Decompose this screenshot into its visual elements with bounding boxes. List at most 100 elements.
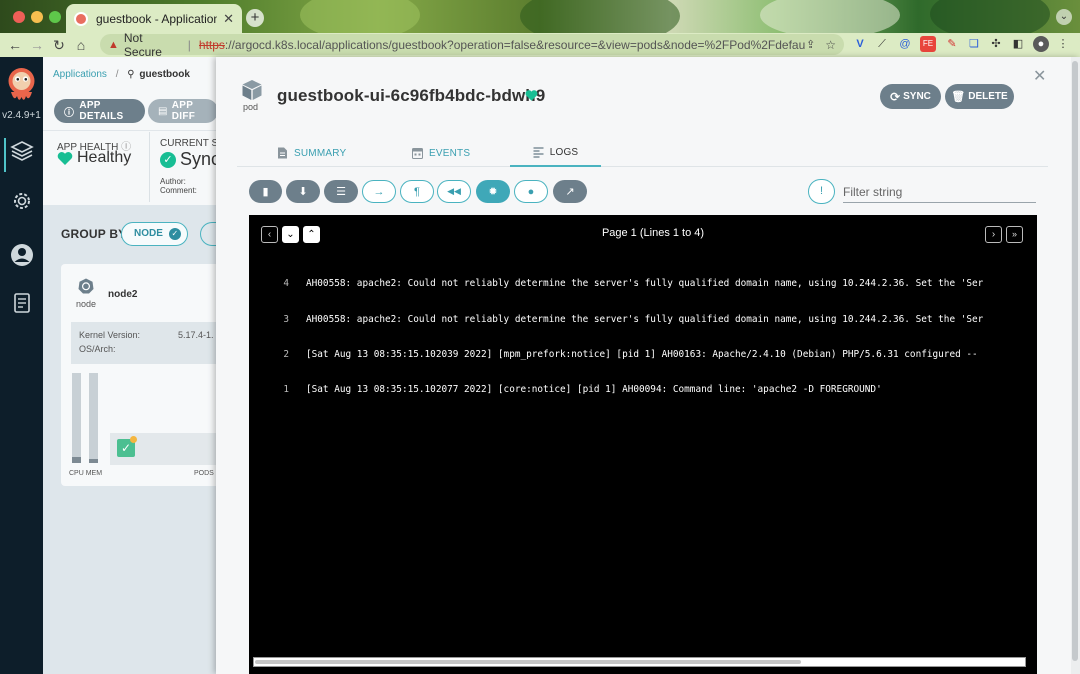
forward-button[interactable]: → (26, 34, 48, 56)
extension-chart-icon[interactable]: ⟋ (874, 36, 890, 52)
group-by-label: GROUP BY: (61, 227, 130, 241)
last-page-button[interactable]: » (1006, 226, 1023, 243)
open-in-new-window-button[interactable]: ↗ (553, 180, 587, 203)
first-page-button[interactable]: ‹ (261, 226, 278, 243)
extension-fe-icon[interactable]: FE (920, 36, 936, 52)
breadcrumb-applications-link[interactable]: Applications (53, 69, 107, 80)
extensions-puzzle-icon[interactable]: ✣ (988, 36, 1004, 52)
panel-scrollbar[interactable] (1071, 57, 1080, 674)
resource-title: guestbook-ui-6c96fb4bdc-bdwh9 (277, 86, 546, 105)
share-icon[interactable]: ⇪ (806, 38, 815, 51)
follow-button[interactable]: → (362, 180, 396, 203)
scroll-top-button[interactable]: ⌃ (303, 226, 320, 243)
calendar-icon (412, 148, 423, 159)
node-name: node2 (108, 289, 138, 300)
arrow-right-icon: → (373, 185, 385, 198)
dark-mode-button[interactable]: ✹ (476, 180, 510, 203)
new-tab-button[interactable]: + (246, 9, 264, 27)
user-icon[interactable] (10, 243, 34, 267)
delete-button[interactable]: 🗑 DELETE (945, 84, 1014, 109)
kernel-version-label: Kernel Version: (79, 330, 141, 340)
tab-close-icon[interactable]: ✕ (223, 11, 234, 27)
node-info-box (71, 322, 216, 364)
since-seconds-button[interactable]: ◀◀ (437, 180, 471, 203)
profile-avatar[interactable]: ● (1033, 36, 1049, 52)
applications-icon[interactable] (10, 139, 34, 163)
timestamps-button[interactable]: ● (514, 180, 548, 203)
copy-logs-button[interactable]: ▮ (249, 180, 282, 203)
divider (149, 132, 150, 202)
filter-string-input[interactable] (843, 181, 1036, 203)
window-zoom-button[interactable] (49, 11, 61, 23)
kernel-version-value: 5.17.4-1. (178, 330, 214, 340)
download-logs-button[interactable]: ⬇ (286, 180, 320, 203)
clock-icon: ● (527, 185, 535, 198)
next-page-button[interactable]: › (985, 226, 1002, 243)
page-info: Page 1 (Lines 1 to 4) (601, 227, 705, 239)
sync-button[interactable]: ⟳ SYNC (880, 84, 941, 109)
argo-logo[interactable] (6, 66, 37, 104)
author-label: Author: (160, 177, 186, 186)
address-bar[interactable]: ▲ Not Secure | https://argocd.k8s.local/… (100, 31, 844, 59)
browser-tab-active[interactable]: guestbook - Application Detail ✕ (66, 4, 242, 33)
group-by-node-toggle[interactable]: NODE ✓ (121, 222, 188, 246)
home-button[interactable]: ⌂ (70, 34, 92, 56)
panel-scrollbar-thumb[interactable] (1072, 61, 1078, 661)
pods-label: PODS (194, 470, 214, 477)
file-icon: ▤ (158, 105, 168, 117)
window-minimize-button[interactable] (31, 11, 43, 23)
clipboard-icon: ▮ (262, 186, 269, 198)
file-icon (278, 147, 287, 159)
bookmark-star-icon[interactable]: ☆ (825, 38, 836, 52)
tab-logs[interactable]: LOGS (510, 139, 601, 167)
info-icon: ⓘ (64, 107, 75, 119)
side-panel-icon[interactable]: ◧ (1010, 36, 1026, 52)
settings-icon[interactable] (10, 189, 34, 213)
tab-search-chevron-icon[interactable]: ⌄ (1056, 9, 1072, 25)
window-close-button[interactable] (13, 11, 25, 23)
log-horizontal-scrollbar[interactable] (253, 657, 1026, 667)
extension-badge-icon[interactable]: ❏ (966, 36, 982, 52)
docs-icon[interactable] (10, 291, 34, 315)
download-icon: ⬇ (298, 186, 308, 198)
check-circle-icon: ✓ (160, 151, 176, 168)
warning-icon: ▲ (108, 38, 119, 51)
back-button[interactable]: ← (4, 34, 26, 56)
browser-menu-icon[interactable]: ⋮ (1055, 36, 1071, 52)
extension-at-icon[interactable]: @ (897, 36, 913, 52)
wrap-lines-button[interactable]: ☰ (324, 180, 358, 203)
reload-button[interactable]: ↻ (48, 34, 70, 56)
active-nav-indicator (4, 138, 6, 172)
version-label: v2.4.9+1 (2, 110, 41, 121)
app-diff-button[interactable]: ▤ APP DIFF (148, 99, 218, 123)
not-secure-label: Not Secure (123, 30, 162, 59)
argo-favicon-icon (74, 11, 88, 26)
close-panel-button[interactable]: ✕ (1033, 66, 1046, 86)
tab-events[interactable]: EVENTS (412, 139, 470, 167)
log-scrollbar-thumb[interactable] (255, 660, 801, 664)
argo-sidebar: v2.4.9+1 (0, 57, 43, 674)
os-arch-label: OS/Arch: (79, 344, 116, 354)
extension-pen-icon[interactable]: ✎ (944, 36, 960, 52)
cpu-usage-fill (72, 456, 81, 463)
filter-exclude-toggle[interactable]: ! (808, 179, 835, 204)
tab-title: guestbook - Application Detail (96, 11, 218, 26)
mem-usage-fill (89, 458, 98, 463)
extension-v-icon[interactable]: V (852, 36, 868, 52)
tab-summary[interactable]: SUMMARY (277, 139, 346, 167)
log-line: 1 [Sat Aug 13 08:35:15.102077 2022] [core… (283, 383, 882, 395)
scroll-bottom-button[interactable]: ⌄ (282, 226, 299, 243)
healthy-heart-icon (525, 90, 538, 101)
show-previous-button[interactable]: ¶ (400, 180, 434, 203)
browser-tab-bar: guestbook - Application Detail ✕ + ⌄ (0, 0, 1080, 46)
sync-icon: ⟳ (890, 89, 901, 104)
heart-icon (57, 151, 73, 165)
external-link-icon: ↗ (565, 186, 575, 198)
mem-usage-bar (89, 373, 98, 463)
breadcrumb-current: guestbook (139, 69, 190, 80)
separator: | (187, 37, 191, 52)
cpu-usage-bar (72, 373, 81, 463)
log-line: 2 [Sat Aug 13 08:35:15.102039 2022] [mpm_… (283, 348, 978, 360)
comment-label: Comment: (160, 186, 197, 195)
app-details-button[interactable]: ⓘ APP DETAILS (54, 99, 145, 123)
